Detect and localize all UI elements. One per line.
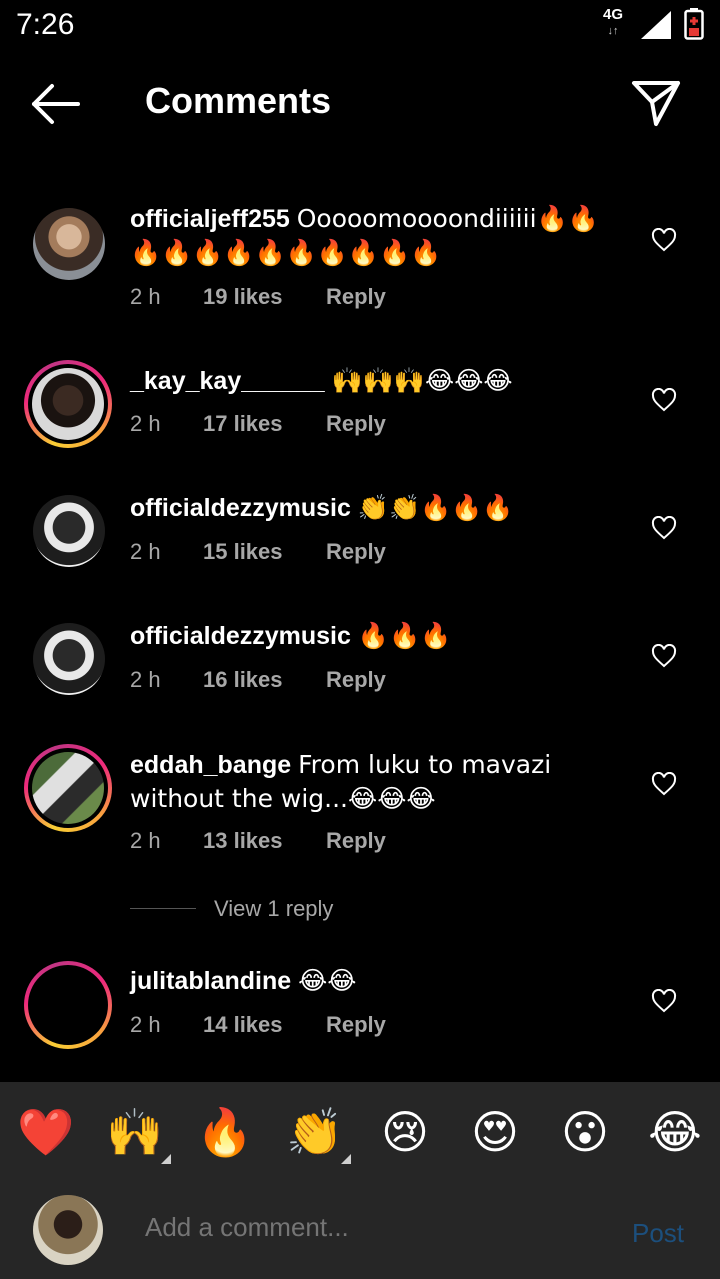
heart-reaction-icon[interactable]: ❤️ [16,1102,76,1162]
comment-input[interactable] [145,1212,605,1243]
comment-likes[interactable]: 13 likes [203,828,283,854]
heart-icon[interactable] [651,388,677,412]
heart-icon[interactable] [651,516,677,540]
comment-username[interactable]: julitablandine [130,967,291,995]
comment-username[interactable]: _kay_kay______ [130,367,325,395]
comment-content: officialdezzymusic 👏👏🔥🔥🔥 [130,491,620,525]
comment-time: 2 h [130,539,161,564]
heart-eyes-reaction-icon[interactable]: 😍 [465,1102,525,1162]
avatar-story-ring[interactable] [24,744,112,832]
comment-time: 2 h [130,1012,161,1037]
view-replies-button[interactable]: View 1 reply [130,896,530,926]
comment-content: officialdezzymusic 🔥🔥🔥 [130,619,620,653]
heart-icon[interactable] [651,772,677,796]
comment-content: julitablandine 😂😂 [130,964,620,998]
data-activity-icon: ↓↑ [607,25,619,37]
comment-text: 🔥🔥🔥 [357,621,452,650]
reply-button[interactable]: Reply [326,667,386,693]
surprised-reaction-icon[interactable]: 😮 [555,1102,615,1162]
network-type: 4G [602,6,623,23]
reply-button[interactable]: Reply [326,284,386,310]
comment-content: _kay_kay______ 🙌🙌🙌😂😂😂 [130,364,620,398]
comment-composer: Post [0,1182,720,1279]
battery-icon [684,8,704,40]
emoji-reaction-bar: ❤️ 🙌 🔥 👏 😢 😍 😮 😂 [0,1082,720,1182]
comment-likes[interactable]: 15 likes [203,539,283,565]
signal-icon [641,11,671,39]
comment-content: officialjeff255 Ooooomoooondiiiiii🔥🔥🔥🔥🔥🔥… [130,202,620,270]
post-button[interactable]: Post [632,1218,684,1249]
divider [130,908,196,909]
comment-username[interactable]: eddah_bange [130,751,291,779]
comment-time: 2 h [130,828,161,853]
avatar-story-ring[interactable] [24,961,112,1049]
comment-content: eddah_bange From luku to mavazi without … [130,748,620,816]
comment-username[interactable]: officialdezzymusic [130,622,351,650]
avatar[interactable] [33,208,105,280]
comment-time: 2 h [130,667,161,692]
view-replies-label: View 1 reply [214,896,334,921]
crying-reaction-icon[interactable]: 😢 [375,1102,435,1162]
heart-icon[interactable] [651,228,677,252]
comment-likes[interactable]: 14 likes [203,1012,283,1038]
comment-time: 2 h [130,411,161,436]
header: Comments [0,52,720,156]
skin-tone-indicator-icon [341,1154,351,1164]
page-title: Comments [145,80,332,121]
comment-likes[interactable]: 19 likes [203,284,283,310]
comment-username[interactable]: officialjeff255 [130,205,290,233]
status-time: 7:26 [16,8,75,41]
avatar [32,368,104,440]
avatar [33,1195,103,1265]
back-arrow-icon[interactable] [28,82,82,126]
comment-text: 😂😂 [298,966,357,995]
comment-time: 2 h [130,284,161,309]
comment-text: 👏👏🔥🔥🔥 [357,493,514,522]
comment-text: 🙌🙌🙌😂😂😂 [331,366,513,395]
raising-hands-reaction-icon[interactable]: 🙌 [105,1102,171,1164]
reply-button[interactable]: Reply [326,828,386,854]
avatar[interactable] [33,495,105,567]
clapping-reaction-icon[interactable]: 👏 [285,1102,351,1164]
avatar [32,969,104,1041]
avatar [32,752,104,824]
status-bar: 7:26 4G ↓↑ [0,0,720,52]
share-direct-icon[interactable] [630,78,682,128]
avatar[interactable] [33,623,105,695]
heart-icon[interactable] [651,644,677,668]
heart-icon[interactable] [651,989,677,1013]
comment-likes[interactable]: 17 likes [203,411,283,437]
comment-likes[interactable]: 16 likes [203,667,283,693]
avatar-story-ring[interactable] [24,360,112,448]
reply-button[interactable]: Reply [326,539,386,565]
fire-reaction-icon[interactable]: 🔥 [195,1102,255,1162]
reply-button[interactable]: Reply [326,411,386,437]
reply-button[interactable]: Reply [326,1012,386,1038]
laughing-reaction-icon[interactable]: 😂 [645,1102,705,1162]
comment-username[interactable]: officialdezzymusic [130,494,351,522]
skin-tone-indicator-icon [161,1154,171,1164]
